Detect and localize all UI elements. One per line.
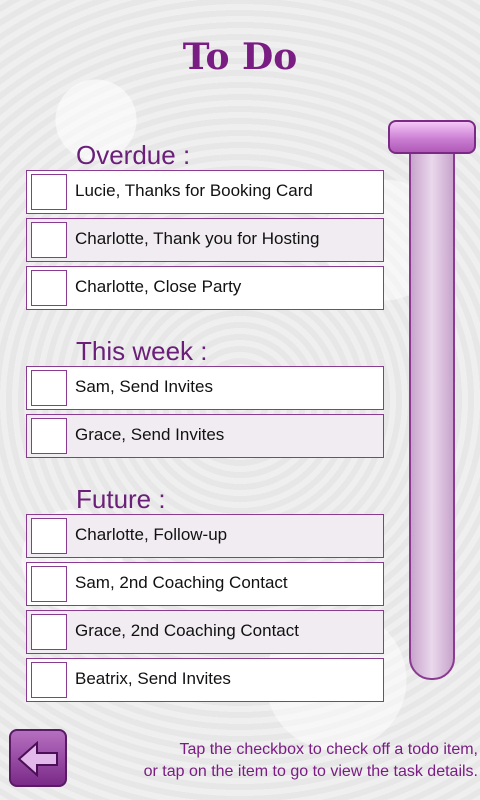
todo-item-label: Sam, Send Invites — [75, 377, 213, 396]
scrollbar-thumb[interactable] — [388, 120, 476, 154]
todo-checkbox[interactable] — [31, 614, 67, 650]
todo-item[interactable]: Sam, 2nd Coaching Contact — [26, 562, 384, 606]
back-button[interactable] — [9, 729, 67, 787]
todo-item[interactable]: Sam, Send Invites — [26, 366, 384, 410]
todo-checkbox[interactable] — [31, 222, 67, 258]
todo-checkbox[interactable] — [31, 174, 67, 210]
todo-checkbox[interactable] — [31, 418, 67, 454]
todo-item-label: Grace, 2nd Coaching Contact — [75, 621, 299, 640]
help-text: Tap the checkbox to check off a todo ite… — [78, 739, 478, 783]
section-heading-overdue: Overdue : — [76, 140, 191, 170]
help-text-line2: or tap on the item to go to view the tas… — [143, 763, 478, 780]
todo-item[interactable]: Grace, Send Invites — [26, 414, 384, 458]
todo-item[interactable]: Charlotte, Thank you for Hosting — [26, 218, 384, 262]
todo-item-label: Charlotte, Close Party — [75, 277, 242, 296]
todo-item[interactable]: Charlotte, Close Party — [26, 266, 384, 310]
todo-item[interactable]: Lucie, Thanks for Booking Card — [26, 170, 384, 214]
help-text-line1: Tap the checkbox to check off a todo ite… — [179, 741, 478, 758]
todo-checkbox[interactable] — [31, 662, 67, 698]
back-arrow-icon — [17, 741, 58, 777]
todo-item-label: Lucie, Thanks for Booking Card — [75, 181, 313, 200]
section-heading-this-week: This week : — [76, 336, 208, 366]
page-title: To Do — [182, 36, 298, 78]
todo-checkbox[interactable] — [31, 270, 67, 306]
todo-item-label: Sam, 2nd Coaching Contact — [75, 573, 288, 592]
todo-item-label: Charlotte, Follow-up — [75, 525, 228, 544]
todo-item[interactable]: Beatrix, Send Invites — [26, 658, 384, 702]
todo-item-label: Charlotte, Thank you for Hosting — [75, 229, 320, 248]
todo-list: Overdue : Lucie, Thanks for Booking Card… — [26, 140, 386, 706]
scrollbar-track[interactable] — [409, 124, 455, 680]
todo-item-label: Beatrix, Send Invites — [75, 669, 231, 688]
todo-item-label: Grace, Send Invites — [75, 425, 225, 444]
section-heading-future: Future : — [76, 484, 166, 514]
todo-checkbox[interactable] — [31, 370, 67, 406]
todo-checkbox[interactable] — [31, 518, 67, 554]
todo-item[interactable]: Grace, 2nd Coaching Contact — [26, 610, 384, 654]
todo-checkbox[interactable] — [31, 566, 67, 602]
todo-item[interactable]: Charlotte, Follow-up — [26, 514, 384, 558]
